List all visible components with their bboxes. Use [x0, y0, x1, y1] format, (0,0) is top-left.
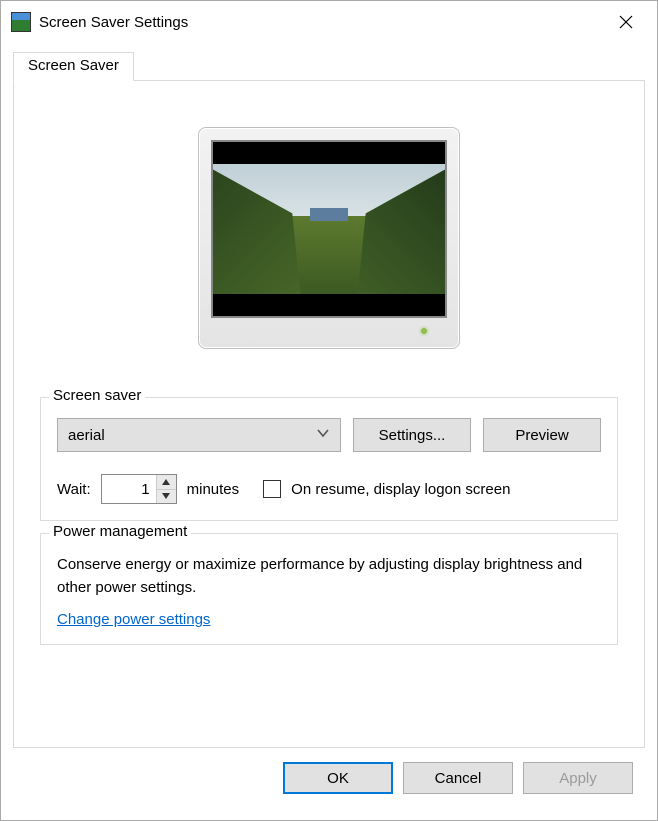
power-description: Conserve energy or maximize performance …	[57, 554, 601, 599]
screensaver-preview-image	[213, 164, 445, 294]
screensaver-group-legend: Screen saver	[49, 387, 145, 404]
settings-button[interactable]: Settings...	[353, 418, 471, 452]
dialog-footer: OK Cancel Apply	[13, 748, 645, 808]
cancel-button[interactable]: Cancel	[403, 762, 513, 794]
tabstrip: Screen Saver	[13, 51, 645, 80]
titlebar: Screen Saver Settings	[1, 1, 657, 43]
preview-button[interactable]: Preview	[483, 418, 601, 452]
power-group-legend: Power management	[49, 523, 191, 540]
screensaver-select[interactable]: aerial	[57, 418, 341, 452]
apply-button[interactable]: Apply	[523, 762, 633, 794]
wait-label: Wait:	[57, 481, 91, 498]
app-icon	[11, 12, 31, 32]
tab-screensaver[interactable]: Screen Saver	[13, 52, 134, 81]
caret-down-icon	[162, 493, 170, 499]
screensaver-settings-window: Screen Saver Settings Screen Saver	[0, 0, 658, 821]
power-led-icon	[421, 328, 427, 334]
spinner-up-button[interactable]	[157, 475, 176, 490]
monitor-preview	[198, 127, 460, 349]
resume-checkbox-label: On resume, display logon screen	[291, 481, 510, 498]
power-group: Power management Conserve energy or maxi…	[40, 533, 618, 645]
tab-panel: Screen saver aerial Settings... Preview …	[13, 80, 645, 748]
close-icon	[619, 15, 633, 29]
monitor-screen	[211, 140, 447, 318]
close-button[interactable]	[603, 6, 649, 38]
ok-button[interactable]: OK	[283, 762, 393, 794]
chevron-down-icon	[316, 426, 330, 444]
client-area: Screen Saver	[1, 43, 657, 820]
spinner-down-button[interactable]	[157, 490, 176, 504]
screensaver-group: Screen saver aerial Settings... Preview …	[40, 397, 618, 521]
screensaver-select-value: aerial	[68, 427, 105, 444]
caret-up-icon	[162, 479, 170, 485]
wait-spinner[interactable]	[101, 474, 177, 504]
window-title: Screen Saver Settings	[39, 14, 603, 31]
minutes-label: minutes	[187, 481, 240, 498]
change-power-settings-link[interactable]: Change power settings	[57, 611, 210, 628]
wait-input[interactable]	[102, 475, 156, 503]
resume-checkbox[interactable]	[263, 480, 281, 498]
preview-area	[40, 99, 618, 385]
